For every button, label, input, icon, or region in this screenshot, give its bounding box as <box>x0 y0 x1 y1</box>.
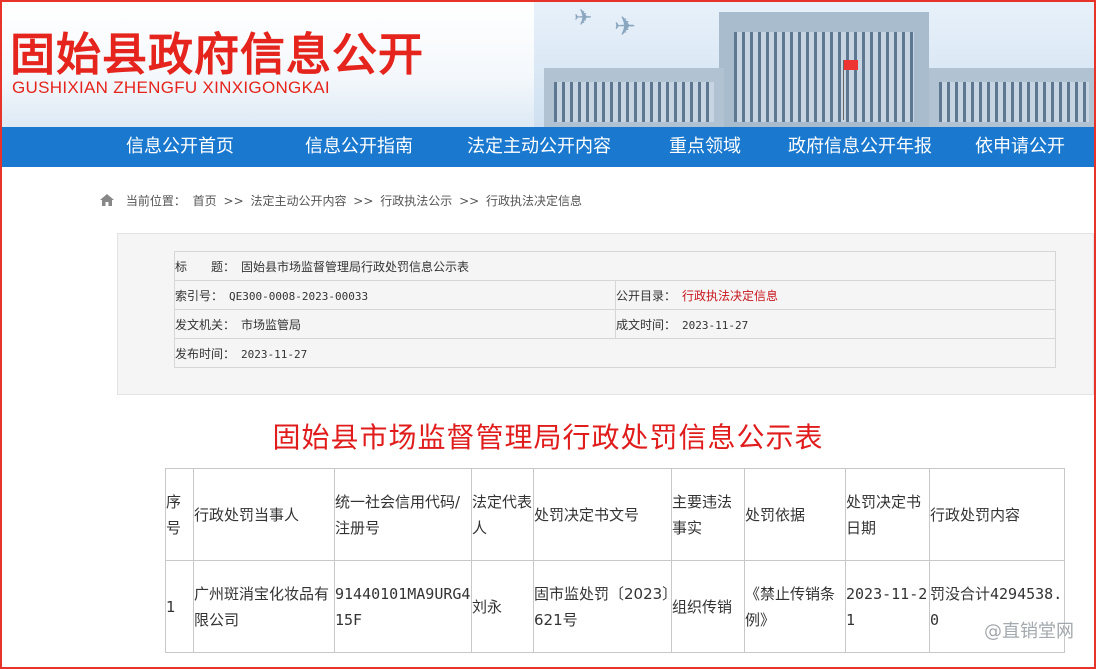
meta-index-value: QE300-0008-2023-00033 <box>229 289 369 303</box>
home-icon <box>100 194 114 206</box>
breadcrumb-separator: >> <box>223 194 244 208</box>
bird-icon: ✈ <box>574 6 593 31</box>
site-logo-title[interactable]: 固始县政府信息公开 <box>10 18 424 83</box>
table-cell-decision-no: 固市监处罚〔2023〕621号 <box>533 560 672 653</box>
meta-published-label: 发布时间： <box>175 346 236 361</box>
table-header-cell: 统一社会信用代码/注册号 <box>334 468 472 561</box>
table-header-cell: 行政处罚内容 <box>929 468 1065 561</box>
nav-item-statutory[interactable]: 法定主动公开内容 <box>467 127 611 167</box>
table-header-cell: 主要违法事实 <box>671 468 745 561</box>
nav-item-home[interactable]: 信息公开首页 <box>126 127 234 167</box>
table-cell-credit-code: 91440101MA9URG415F <box>334 560 472 653</box>
penalty-table: 序号 行政处罚当事人 统一社会信用代码/注册号 法定代表人 处罚决定书文号 主要… <box>165 468 1065 653</box>
nav-item-key-areas[interactable]: 重点领域 <box>669 127 741 167</box>
meta-title-row: 标 题： 固始县市场监督管理局行政处罚信息公示表 <box>174 251 1056 281</box>
meta-title-label: 标 题： <box>175 259 236 274</box>
nav-item-annual-report[interactable]: 政府信息公开年报 <box>788 127 932 167</box>
meta-written-cell: 成文时间： 2023-11-27 <box>615 309 1056 339</box>
bird-icon: ✈ <box>614 12 636 42</box>
table-cell-violation: 组织传销 <box>671 560 745 653</box>
table-cell-party: 广州斑消宝化妆品有限公司 <box>193 560 335 653</box>
table-header-cell: 处罚决定书文号 <box>533 468 672 561</box>
breadcrumb-prefix: 当前位置： <box>125 194 186 208</box>
meta-written-label: 成文时间： <box>616 317 677 332</box>
meta-title-value: 固始县市场监督管理局行政处罚信息公示表 <box>241 259 470 274</box>
breadcrumb-decision-info[interactable]: 行政执法决定信息 <box>486 194 582 208</box>
meta-table: 标 题： 固始县市场监督管理局行政处罚信息公示表 索引号： QE300-0008-2… <box>174 251 1056 368</box>
nav-item-application[interactable]: 依申请公开 <box>975 127 1065 167</box>
meta-issuer-label: 发文机关： <box>175 317 236 332</box>
table-cell-basis: 《禁止传销条例》 <box>744 560 846 653</box>
meta-index-label: 索引号： <box>175 288 224 303</box>
meta-catalog-cell: 公开目录： 行政执法决定信息 <box>615 280 1056 310</box>
table-header-cell: 序号 <box>165 468 194 561</box>
table-row: 1 广州斑消宝化妆品有限公司 91440101MA9URG415F 刘永 固市监… <box>165 560 1065 653</box>
nav-item-guide[interactable]: 信息公开指南 <box>305 127 413 167</box>
table-header-cell: 行政处罚当事人 <box>193 468 335 561</box>
meta-index-cell: 索引号： QE300-0008-2023-00033 <box>174 280 616 310</box>
table-cell-legal-rep: 刘永 <box>471 560 534 653</box>
meta-catalog-label: 公开目录： <box>616 288 677 303</box>
watermark: @直销堂网 <box>984 621 1074 642</box>
table-header-row: 序号 行政处罚当事人 统一社会信用代码/注册号 法定代表人 处罚决定书文号 主要… <box>165 468 1065 561</box>
meta-written-value: 2023-11-27 <box>682 318 749 332</box>
meta-issuer-cell: 发文机关： 市场监管局 <box>174 309 616 339</box>
meta-published-value: 2023-11-27 <box>241 347 308 361</box>
banner-building-image: ✈ ✈ <box>534 2 1094 127</box>
main-nav: 信息公开首页 信息公开指南 法定主动公开内容 重点领域 政府信息公开年报 依申请… <box>2 127 1094 167</box>
meta-published-cell: 发布时间： 2023-11-27 <box>174 338 1056 368</box>
site-banner: ✈ ✈ 固始县政府信息公开 GUSHIXIAN ZHENGFU XINXIGON… <box>2 2 1094 127</box>
site-logo-subtitle: GUSHIXIAN ZHENGFU XINXIGONGKAI <box>12 78 330 97</box>
meta-catalog-link[interactable]: 行政执法决定信息 <box>682 289 778 303</box>
breadcrumb: 当前位置： 首页 >> 法定主动公开内容 >> 行政执法公示 >> 行政执法决定… <box>100 192 585 209</box>
breadcrumb-separator: >> <box>459 194 480 208</box>
breadcrumb-enforcement[interactable]: 行政执法公示 <box>380 194 452 208</box>
meta-issuer-value: 市场监管局 <box>241 317 302 332</box>
table-cell-index: 1 <box>165 560 194 653</box>
table-header-cell: 处罚依据 <box>744 468 846 561</box>
table-cell-decision-date: 2023-11-21 <box>845 560 930 653</box>
table-header-cell: 法定代表人 <box>471 468 534 561</box>
breadcrumb-statutory[interactable]: 法定主动公开内容 <box>250 194 346 208</box>
table-header-cell: 处罚决定书日期 <box>845 468 930 561</box>
document-title: 固始县市场监督管理局行政处罚信息公示表 <box>272 421 824 454</box>
breadcrumb-home[interactable]: 首页 <box>193 194 217 208</box>
breadcrumb-separator: >> <box>353 194 374 208</box>
